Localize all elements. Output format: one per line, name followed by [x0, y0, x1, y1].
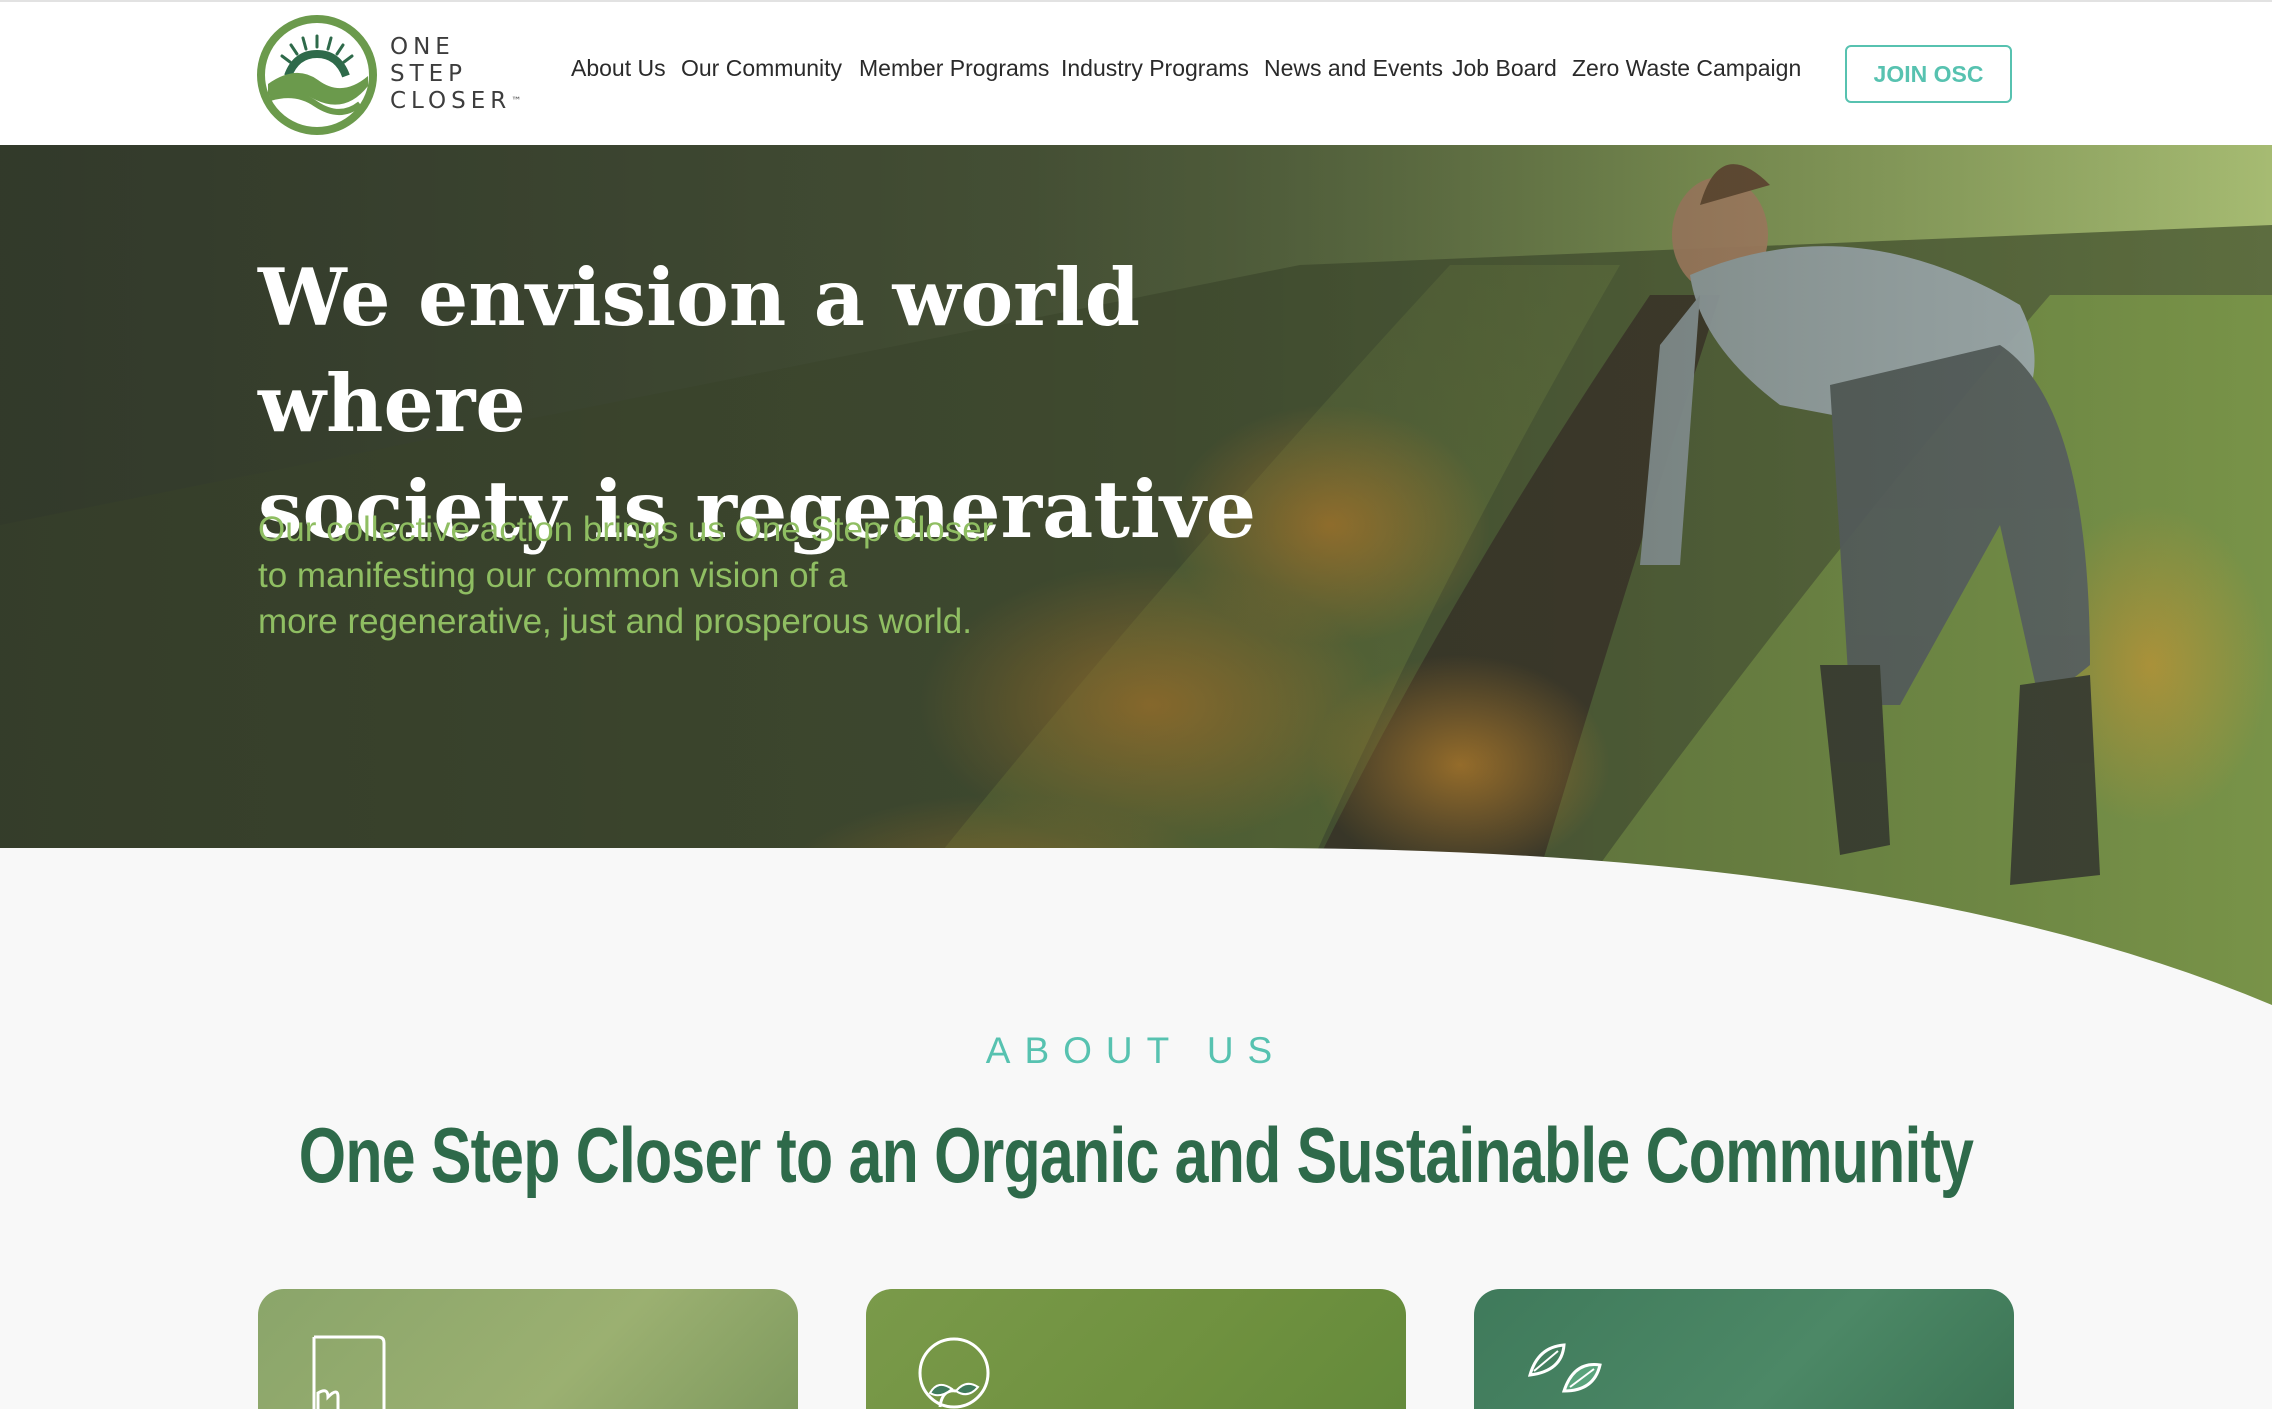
nav-item-job-board[interactable]: Job Board: [1452, 55, 1557, 82]
join-osc-button[interactable]: JOIN OSC: [1845, 45, 2012, 103]
nav-item-member-programs[interactable]: Member Programs: [859, 55, 1049, 82]
nav-item-zero-waste-campaign[interactable]: Zero Waste Campaign: [1572, 55, 1801, 82]
logo-line-3: CLOSER: [390, 88, 512, 114]
hero-subtitle-line-1: Our collective action brings us One Step…: [258, 510, 994, 549]
puzzle-icon: [312, 1335, 386, 1409]
hero-subtitle: Our collective action brings us One Step…: [258, 507, 1018, 645]
nav-item-our-community[interactable]: Our Community: [681, 55, 842, 82]
site-header: ONE STEP CLOSER™ About Us Our Community …: [0, 0, 2272, 145]
site-logo[interactable]: ONE STEP CLOSER™: [256, 14, 526, 136]
nav-item-news-and-events[interactable]: News and Events: [1264, 55, 1443, 82]
logo-sun-hills-icon: [257, 15, 377, 135]
hero-subtitle-line-3: more regenerative, just and prosperous w…: [258, 602, 972, 641]
leaves-icon: [1527, 1343, 1602, 1393]
nav-item-about-us[interactable]: About Us: [571, 55, 666, 82]
logo-line-2: STEP: [390, 61, 468, 87]
program-card-1[interactable]: [258, 1289, 798, 1409]
about-kicker: ABOUT US: [985, 1030, 1287, 1071]
trademark-mark: ™: [511, 96, 522, 107]
program-card-2[interactable]: [866, 1289, 1406, 1409]
nav-item-industry-programs[interactable]: Industry Programs: [1061, 55, 1249, 82]
hero-section: We envision a world where society is reg…: [0, 145, 2272, 1005]
sprout-circle-icon: [918, 1337, 990, 1409]
program-card-3[interactable]: [1474, 1289, 2014, 1409]
logo-line-1: ONE: [390, 34, 455, 60]
hero-subtitle-line-2: to manifesting our common vision of a: [258, 556, 848, 595]
hero-title-line-1: We envision a world where: [258, 251, 1141, 450]
logo-wordmark: ONE STEP CLOSER™: [390, 34, 521, 115]
about-heading: One Step Closer to an Organic and Sustai…: [298, 1111, 1974, 1199]
